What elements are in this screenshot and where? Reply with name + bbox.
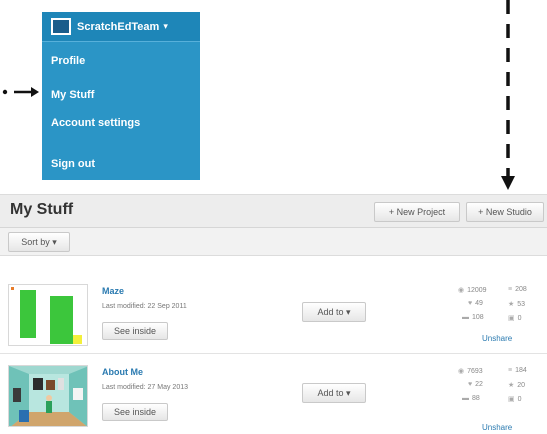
unshare-link[interactable]: Unshare: [482, 334, 512, 343]
remixes-stat: ≡ 208: [508, 286, 527, 293]
page-title: My Stuff: [10, 201, 74, 218]
loves-stat: ♥ 49: [468, 300, 483, 307]
comments-stat: ▬ 88: [462, 395, 480, 402]
menu-item-sign-out[interactable]: Sign out: [51, 158, 95, 170]
maze-thumbnail-image: [9, 285, 87, 345]
new-project-button[interactable]: + New Project: [374, 202, 460, 222]
page-header: My Stuff + New Project + New Studio: [0, 194, 547, 228]
unshare-link[interactable]: Unshare: [482, 423, 512, 432]
remix-icon: ≡: [508, 286, 513, 293]
studios-stat: ▣ 0: [508, 396, 522, 403]
account-menu-header[interactable]: ScratchEdTeam ▾: [42, 12, 200, 42]
remixes-stat: ≡ 184: [508, 367, 527, 374]
heart-icon: ♥: [468, 300, 473, 307]
chevron-down-icon: ▾: [163, 21, 168, 31]
project-row: About Me Last modified: 27 May 2013 See …: [0, 359, 547, 434]
heart-icon: ♥: [468, 381, 473, 388]
remix-icon: ≡: [508, 367, 513, 374]
last-modified-label: Last modified: 27 May 2013: [102, 384, 188, 391]
avatar: [51, 18, 71, 35]
project-thumbnail[interactable]: [8, 284, 88, 346]
star-icon: ★: [508, 382, 515, 389]
menu-item-my-stuff[interactable]: My Stuff: [51, 89, 94, 101]
views-stat: ◉ 7693: [458, 368, 483, 375]
project-thumbnail[interactable]: [8, 365, 88, 427]
last-modified-label: Last modified: 22 Sep 2011: [102, 303, 187, 310]
annotation-arrow-right-icon: [2, 87, 39, 97]
filter-bar: Sort by ▾: [0, 228, 547, 256]
eye-icon: ◉: [458, 368, 465, 375]
username-label: ScratchEdTeam: [77, 20, 160, 33]
menu-item-account-settings[interactable]: Account settings: [51, 117, 140, 129]
comment-icon: ▬: [462, 314, 469, 321]
menu-item-profile[interactable]: Profile: [51, 55, 85, 67]
sort-by-dropdown[interactable]: Sort by ▾: [8, 232, 70, 252]
comment-icon: ▬: [462, 395, 469, 402]
see-inside-button[interactable]: See inside: [102, 322, 168, 340]
comments-stat: ▬ 108: [462, 314, 484, 321]
favorites-stat: ★ 20: [508, 382, 526, 389]
add-to-dropdown[interactable]: Add to ▾: [302, 302, 366, 322]
project-title-link[interactable]: Maze: [102, 286, 124, 296]
project-title-link[interactable]: About Me: [102, 367, 143, 377]
new-studio-button[interactable]: + New Studio: [466, 202, 544, 222]
about-me-thumbnail-image: [9, 366, 87, 426]
star-icon: ★: [508, 301, 515, 308]
add-to-dropdown[interactable]: Add to ▾: [302, 383, 366, 403]
account-dropdown-menu: ScratchEdTeam ▾ Profile My Stuff Account…: [42, 12, 200, 180]
favorites-stat: ★ 53: [508, 301, 526, 308]
studio-icon: ▣: [508, 396, 515, 403]
see-inside-button[interactable]: See inside: [102, 403, 168, 421]
project-row: Maze Last modified: 22 Sep 2011 See insi…: [0, 278, 547, 354]
studios-stat: ▣ 0: [508, 315, 522, 322]
eye-icon: ◉: [458, 287, 465, 294]
annotation-dashed-arrow-down-icon: [501, 0, 515, 190]
studio-icon: ▣: [508, 315, 515, 322]
views-stat: ◉ 12009: [458, 287, 487, 294]
loves-stat: ♥ 22: [468, 381, 483, 388]
